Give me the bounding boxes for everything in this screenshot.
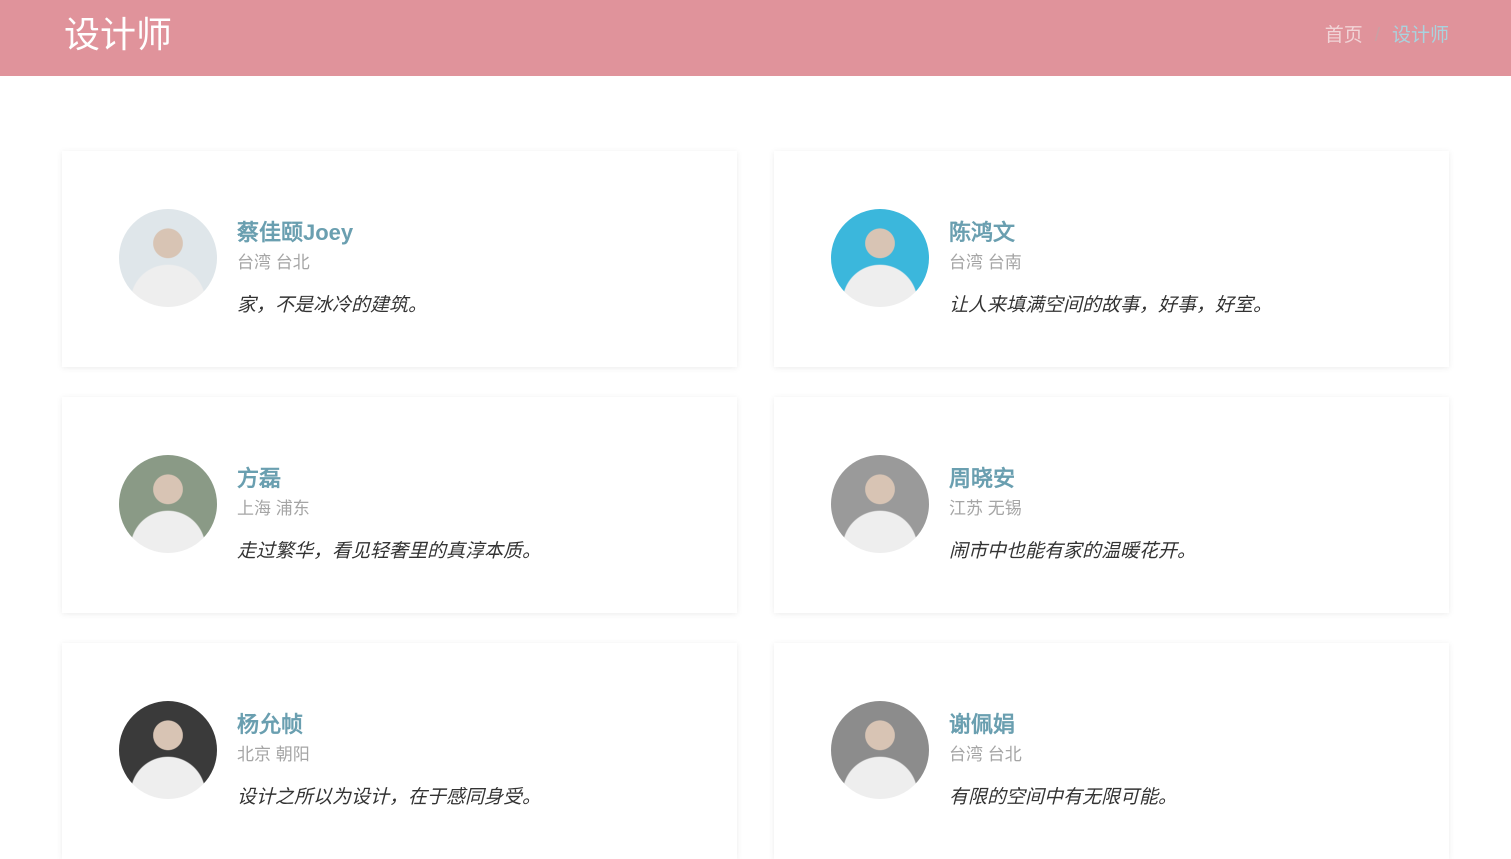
- designer-name[interactable]: 周晓安: [949, 461, 1015, 493]
- avatar[interactable]: [119, 209, 217, 307]
- avatar[interactable]: [831, 455, 929, 553]
- designer-name[interactable]: 蔡佳颐Joey: [237, 215, 353, 247]
- designer-quote: 走过繁华，看见轻奢里的真淳本质。: [237, 541, 542, 562]
- designer-quote: 设计之所以为设计，在于感同身受。: [237, 787, 542, 808]
- avatar[interactable]: [831, 209, 929, 307]
- avatar[interactable]: [831, 701, 929, 799]
- designer-name[interactable]: 谢佩娟: [949, 707, 1015, 739]
- designer-card[interactable]: 方磊 上海 浦东 走过繁华，看见轻奢里的真淳本质。: [62, 397, 737, 613]
- breadcrumb-separator: /: [1374, 25, 1380, 46]
- designer-card[interactable]: 周晓安 江苏 无锡 闹市中也能有家的温暖花开。: [774, 397, 1449, 613]
- designer-card[interactable]: 蔡佳颐Joey 台湾 台北 家，不是冰冷的建筑。: [62, 151, 737, 367]
- designer-card[interactable]: 杨允帧 北京 朝阳 设计之所以为设计，在于感同身受。: [62, 643, 737, 859]
- designer-quote: 闹市中也能有家的温暖花开。: [949, 541, 1197, 562]
- designer-quote: 有限的空间中有无限可能。: [949, 787, 1178, 808]
- designer-location: 江苏 无锡: [949, 499, 1022, 518]
- designer-name[interactable]: 杨允帧: [237, 707, 303, 739]
- avatar[interactable]: [119, 455, 217, 553]
- breadcrumb-home-link[interactable]: 首页: [1325, 25, 1363, 46]
- designer-location: 北京 朝阳: [237, 745, 310, 764]
- designer-grid: 蔡佳颐Joey 台湾 台北 家，不是冰冷的建筑。 陈鸿文 台湾 台南 让人来填满…: [62, 151, 1449, 859]
- page-header: 设计师 首页 / 设计师: [0, 0, 1511, 76]
- breadcrumb: 首页 / 设计师: [1325, 20, 1449, 47]
- designer-location: 台湾 台北: [237, 253, 310, 272]
- designer-card[interactable]: 谢佩娟 台湾 台北 有限的空间中有无限可能。: [774, 643, 1449, 859]
- page-title: 设计师: [64, 15, 173, 56]
- avatar[interactable]: [119, 701, 217, 799]
- designer-location: 台湾 台南: [949, 253, 1022, 272]
- designer-name[interactable]: 陈鸿文: [949, 215, 1015, 247]
- designer-location: 上海 浦东: [237, 499, 310, 518]
- designer-card[interactable]: 陈鸿文 台湾 台南 让人来填满空间的故事，好事，好室。: [774, 151, 1449, 367]
- designer-location: 台湾 台北: [949, 745, 1022, 764]
- designer-quote: 让人来填满空间的故事，好事，好室。: [949, 295, 1273, 316]
- designer-quote: 家，不是冰冷的建筑。: [237, 295, 428, 316]
- designer-name[interactable]: 方磊: [237, 461, 281, 493]
- breadcrumb-current: 设计师: [1391, 25, 1449, 46]
